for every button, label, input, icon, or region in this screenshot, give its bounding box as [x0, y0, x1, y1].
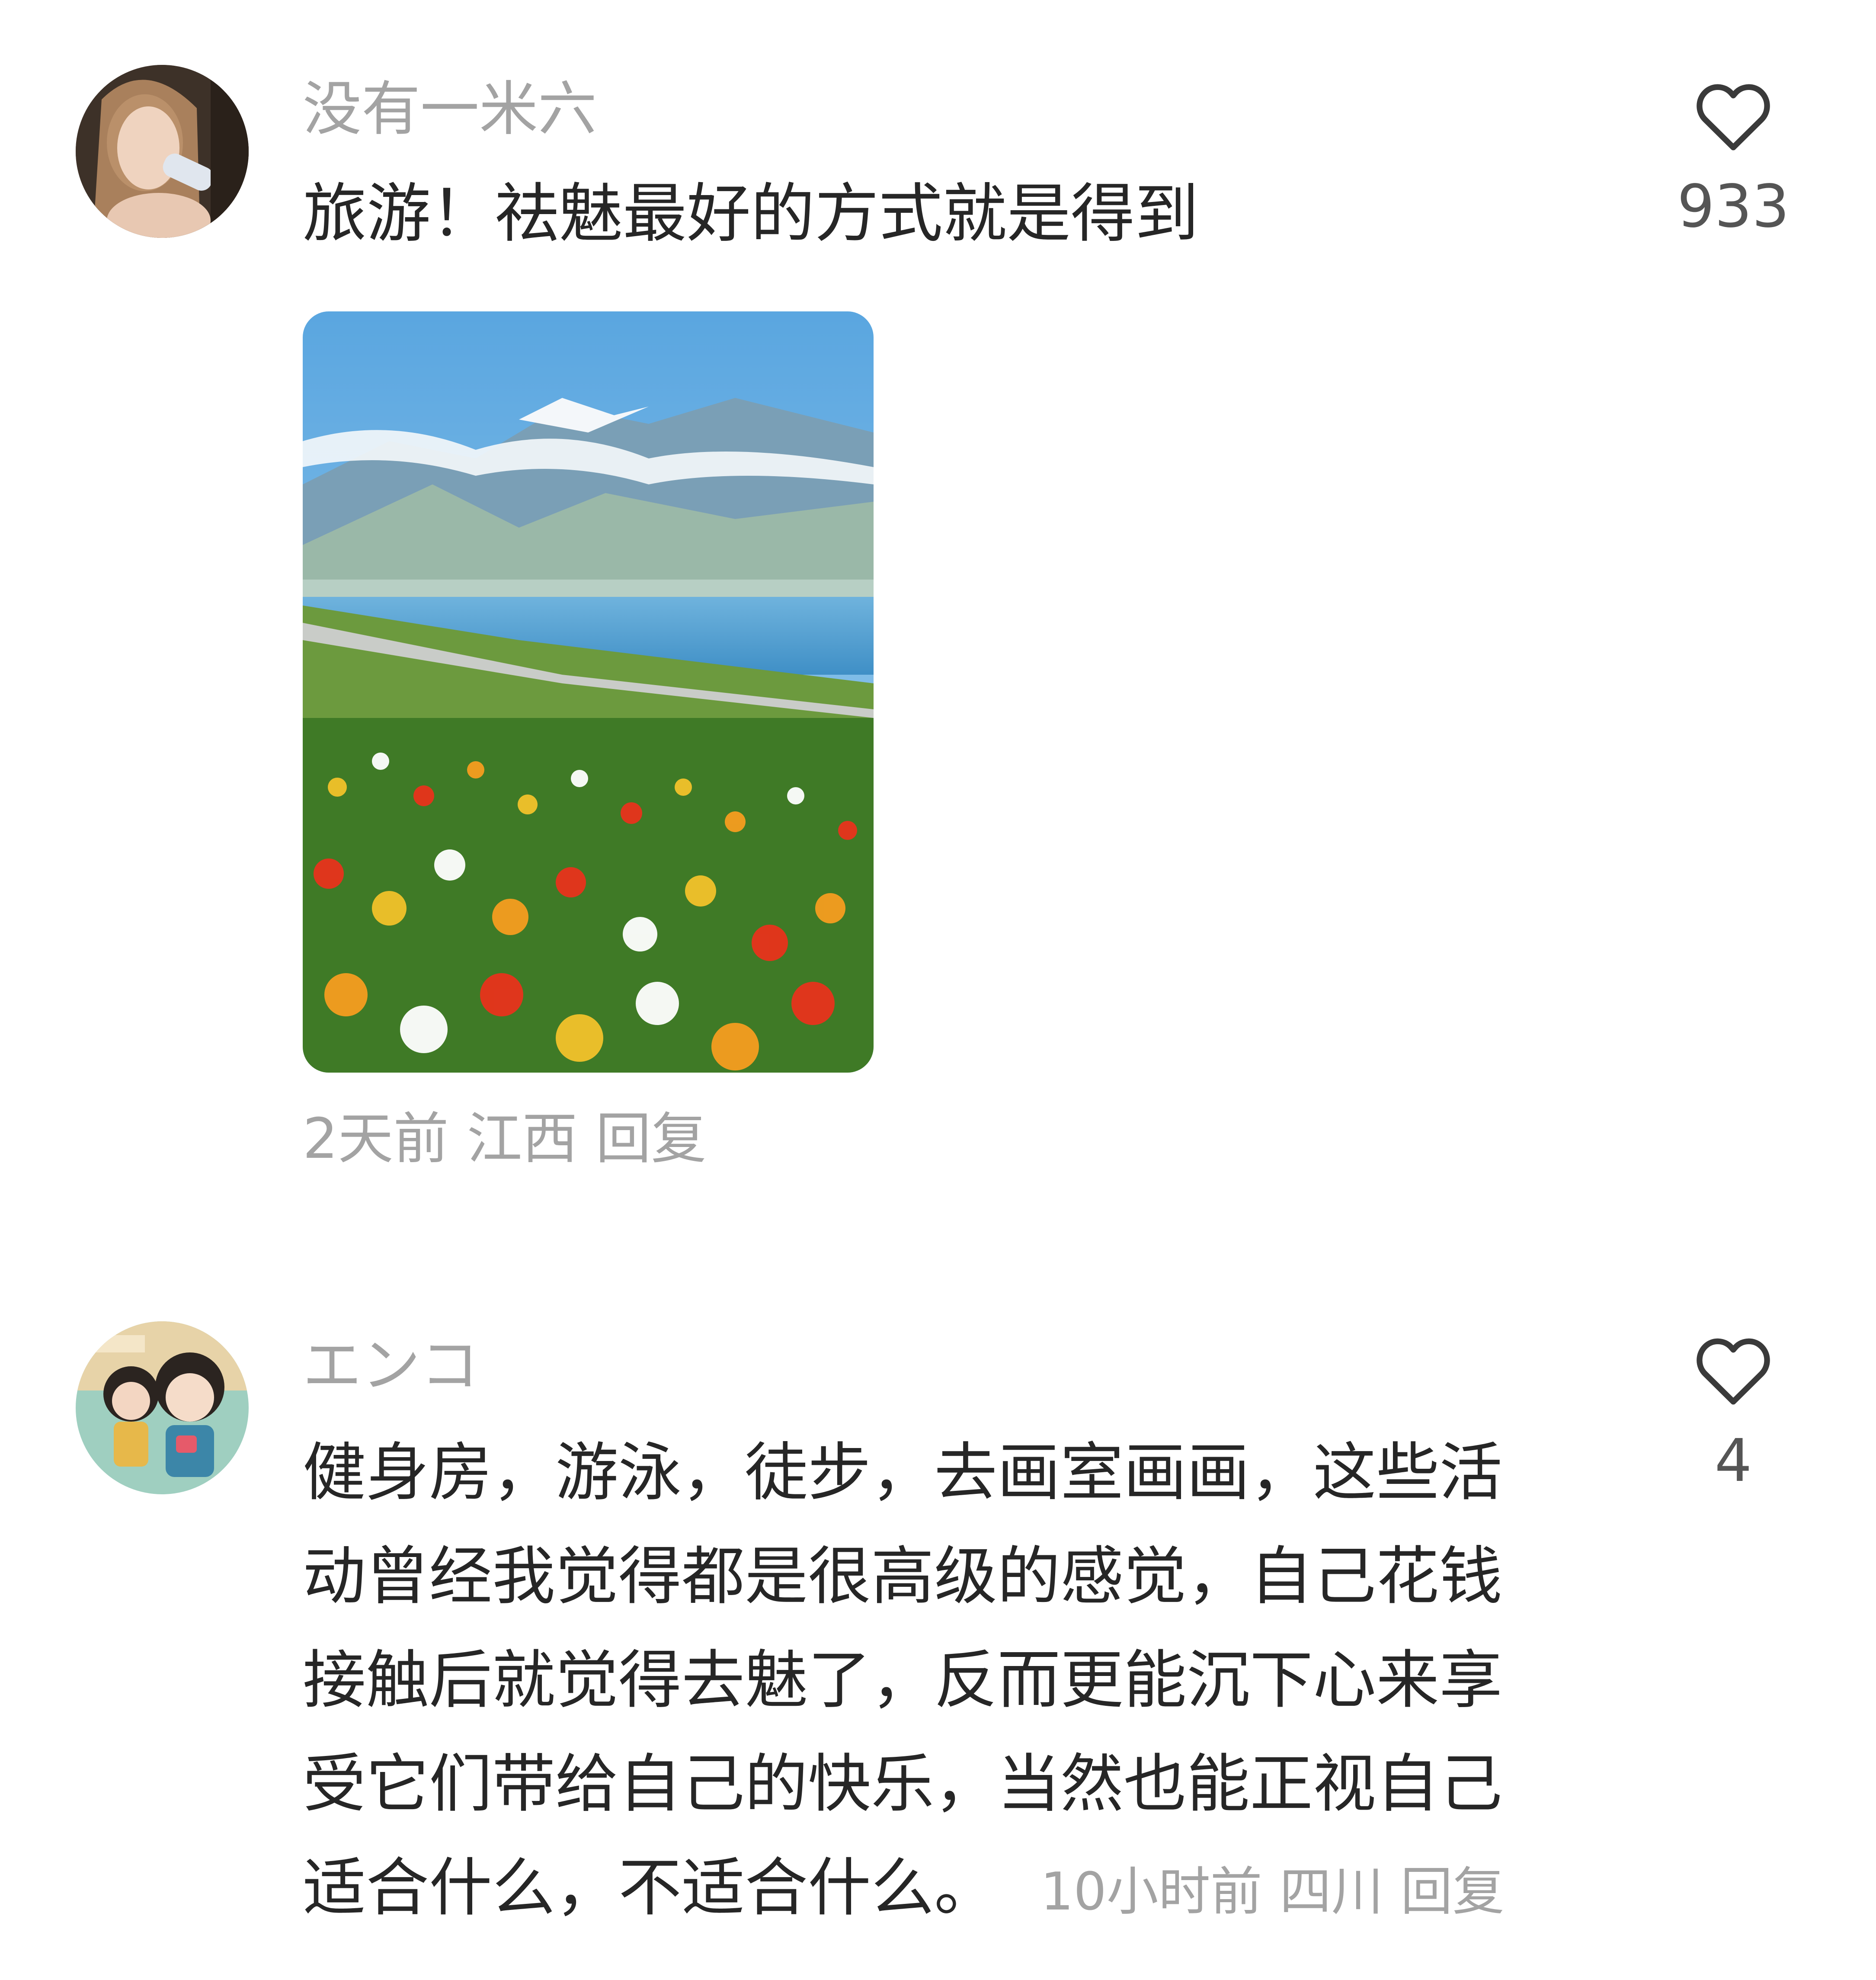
comment-meta: 10小时前 四川 回复	[1040, 1862, 1522, 1922]
comment-text: 旅游！祛魅最好的方式就是得到	[303, 176, 1199, 251]
comment-location: 江西	[467, 1107, 578, 1171]
avatar[interactable]	[76, 1321, 249, 1494]
comment-meta: 2天前 江西 回复	[303, 1112, 724, 1167]
comment-text-tail: 适合什么，不适合什么。	[303, 1851, 997, 1925]
comment-image[interactable]	[303, 311, 874, 1073]
like-button-group: 4	[1677, 1328, 1790, 1490]
heart-outline-icon[interactable]	[1690, 1328, 1777, 1414]
comment-text-line: 健身房，游泳，徒步，去画室画画，这些活	[303, 1436, 1502, 1509]
username[interactable]: 没有一米六	[303, 80, 597, 139]
comment-text: 健身房，游泳，徒步，去画室画画，这些活 动曾经我觉得都是很高级的感觉，自己花钱 …	[303, 1421, 1600, 1940]
like-button-group: 933	[1677, 74, 1790, 236]
reply-button[interactable]: 回复	[595, 1107, 706, 1171]
like-count: 933	[1677, 173, 1790, 241]
user-avatar-photo-icon	[76, 65, 249, 238]
comment-time: 2天前	[303, 1107, 449, 1171]
user-avatar-figurines-icon	[76, 1321, 249, 1494]
comment-text-line: 接触后就觉得去魅了，反而更能沉下心来享	[303, 1644, 1502, 1717]
like-count: 4	[1714, 1427, 1752, 1495]
comment-text-line: 受它们带给自己的快乐，当然也能正视自己	[303, 1747, 1502, 1821]
heart-outline-icon[interactable]	[1690, 74, 1777, 160]
landscape-photo-icon	[303, 311, 874, 1073]
reply-button[interactable]: 回复	[1401, 1862, 1505, 1922]
username[interactable]: エンコ	[303, 1336, 479, 1395]
avatar[interactable]	[76, 65, 249, 238]
comment-text-line-last: 适合什么，不适合什么。 10小时前 四川 回复	[303, 1836, 1600, 1940]
comment-time: 10小时前	[1040, 1862, 1262, 1922]
comment-text-line: 动曾经我觉得都是很高级的感觉，自己花钱	[303, 1540, 1502, 1613]
comment-location: 四川	[1279, 1862, 1383, 1922]
